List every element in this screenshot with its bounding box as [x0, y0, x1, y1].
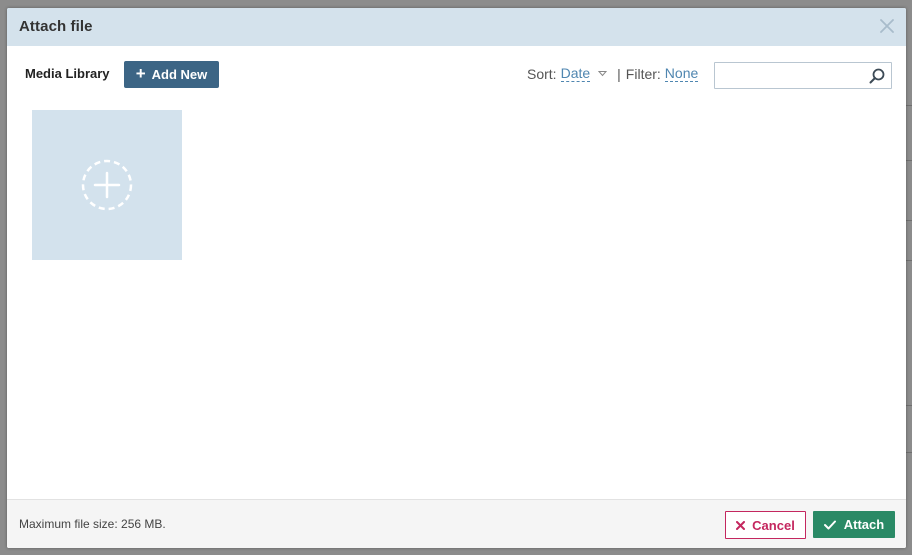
x-icon — [736, 520, 746, 530]
search-input[interactable] — [715, 63, 872, 88]
media-library-label: Media Library — [25, 66, 110, 81]
dialog-header: Attach file — [7, 8, 906, 46]
attach-file-dialog: Attach file Media Library + Add New Sort… — [7, 8, 906, 548]
close-button[interactable] — [878, 17, 896, 35]
chevron-down-icon[interactable] — [598, 69, 608, 78]
backdrop-lines — [906, 0, 912, 555]
sort-dropdown[interactable]: Date — [560, 65, 591, 82]
filter-label: Filter: — [625, 65, 661, 82]
cancel-label: Cancel — [752, 517, 795, 533]
close-icon — [880, 19, 894, 33]
cancel-button[interactable]: Cancel — [725, 511, 806, 539]
search-box — [714, 62, 892, 89]
add-new-button[interactable]: + Add New — [124, 61, 219, 88]
dialog-title: Attach file — [19, 18, 93, 35]
sort-filter-group: Sort: Date | Filter: None — [527, 65, 699, 82]
filter-dropdown[interactable]: None — [664, 65, 699, 82]
check-icon — [823, 520, 836, 529]
add-new-label: Add New — [151, 67, 208, 82]
separator: | — [617, 65, 621, 82]
attach-label: Attach — [843, 517, 885, 532]
max-file-size-text: Maximum file size: 256 MB. — [19, 517, 166, 531]
search-icon[interactable] — [869, 68, 885, 84]
upload-tile[interactable] — [32, 110, 182, 260]
plus-icon: + — [135, 64, 146, 83]
sort-label: Sort: — [527, 65, 557, 82]
attach-button[interactable]: Attach — [813, 511, 895, 538]
dialog-footer: Maximum file size: 256 MB. Cancel Attach — [7, 499, 906, 548]
add-circle-dashed-icon — [81, 159, 133, 211]
